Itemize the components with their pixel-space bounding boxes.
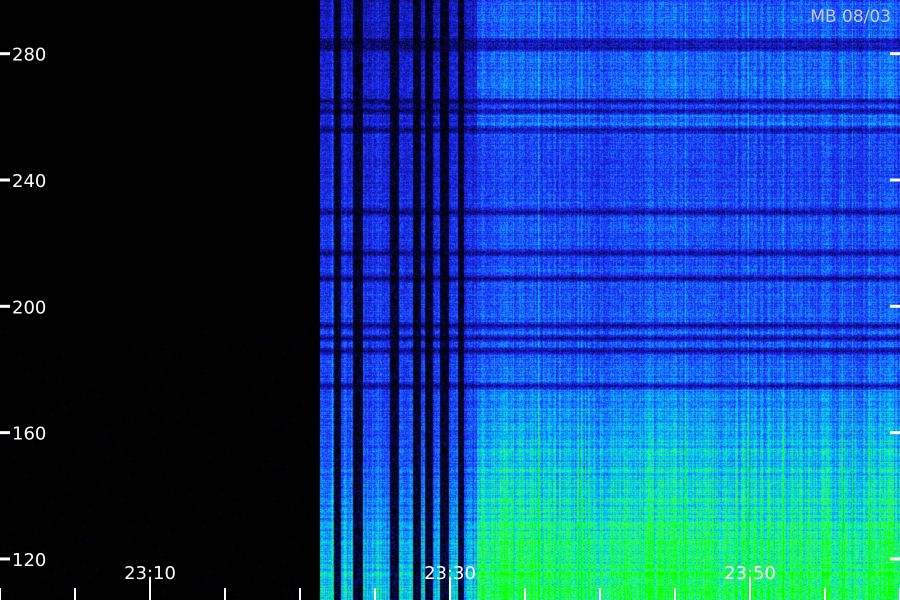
x-tick-label: 23:10 bbox=[124, 563, 176, 584]
y-tick-label: 160 bbox=[12, 424, 46, 445]
y-tick-label: 120 bbox=[12, 550, 46, 571]
y-tick-label: 280 bbox=[12, 45, 46, 66]
y-ticks-left bbox=[0, 52, 10, 561]
y-tick-label: 200 bbox=[12, 297, 46, 318]
date-stamp: MB 08/03 bbox=[810, 7, 891, 27]
x-tick-label: 23:50 bbox=[724, 563, 776, 584]
y-tick-label: 240 bbox=[12, 171, 46, 192]
x-tick-label: 23:30 bbox=[424, 563, 476, 584]
y-ticks-right bbox=[890, 52, 900, 561]
y-tick-labels: 280 240 200 160 120 bbox=[12, 45, 46, 571]
x-tick-labels: 23:10 23:30 23:50 bbox=[124, 563, 776, 584]
axes-overlay: 280 240 200 160 120 23:10 23:30 23:50 MB 08/03 bbox=[0, 7, 900, 600]
